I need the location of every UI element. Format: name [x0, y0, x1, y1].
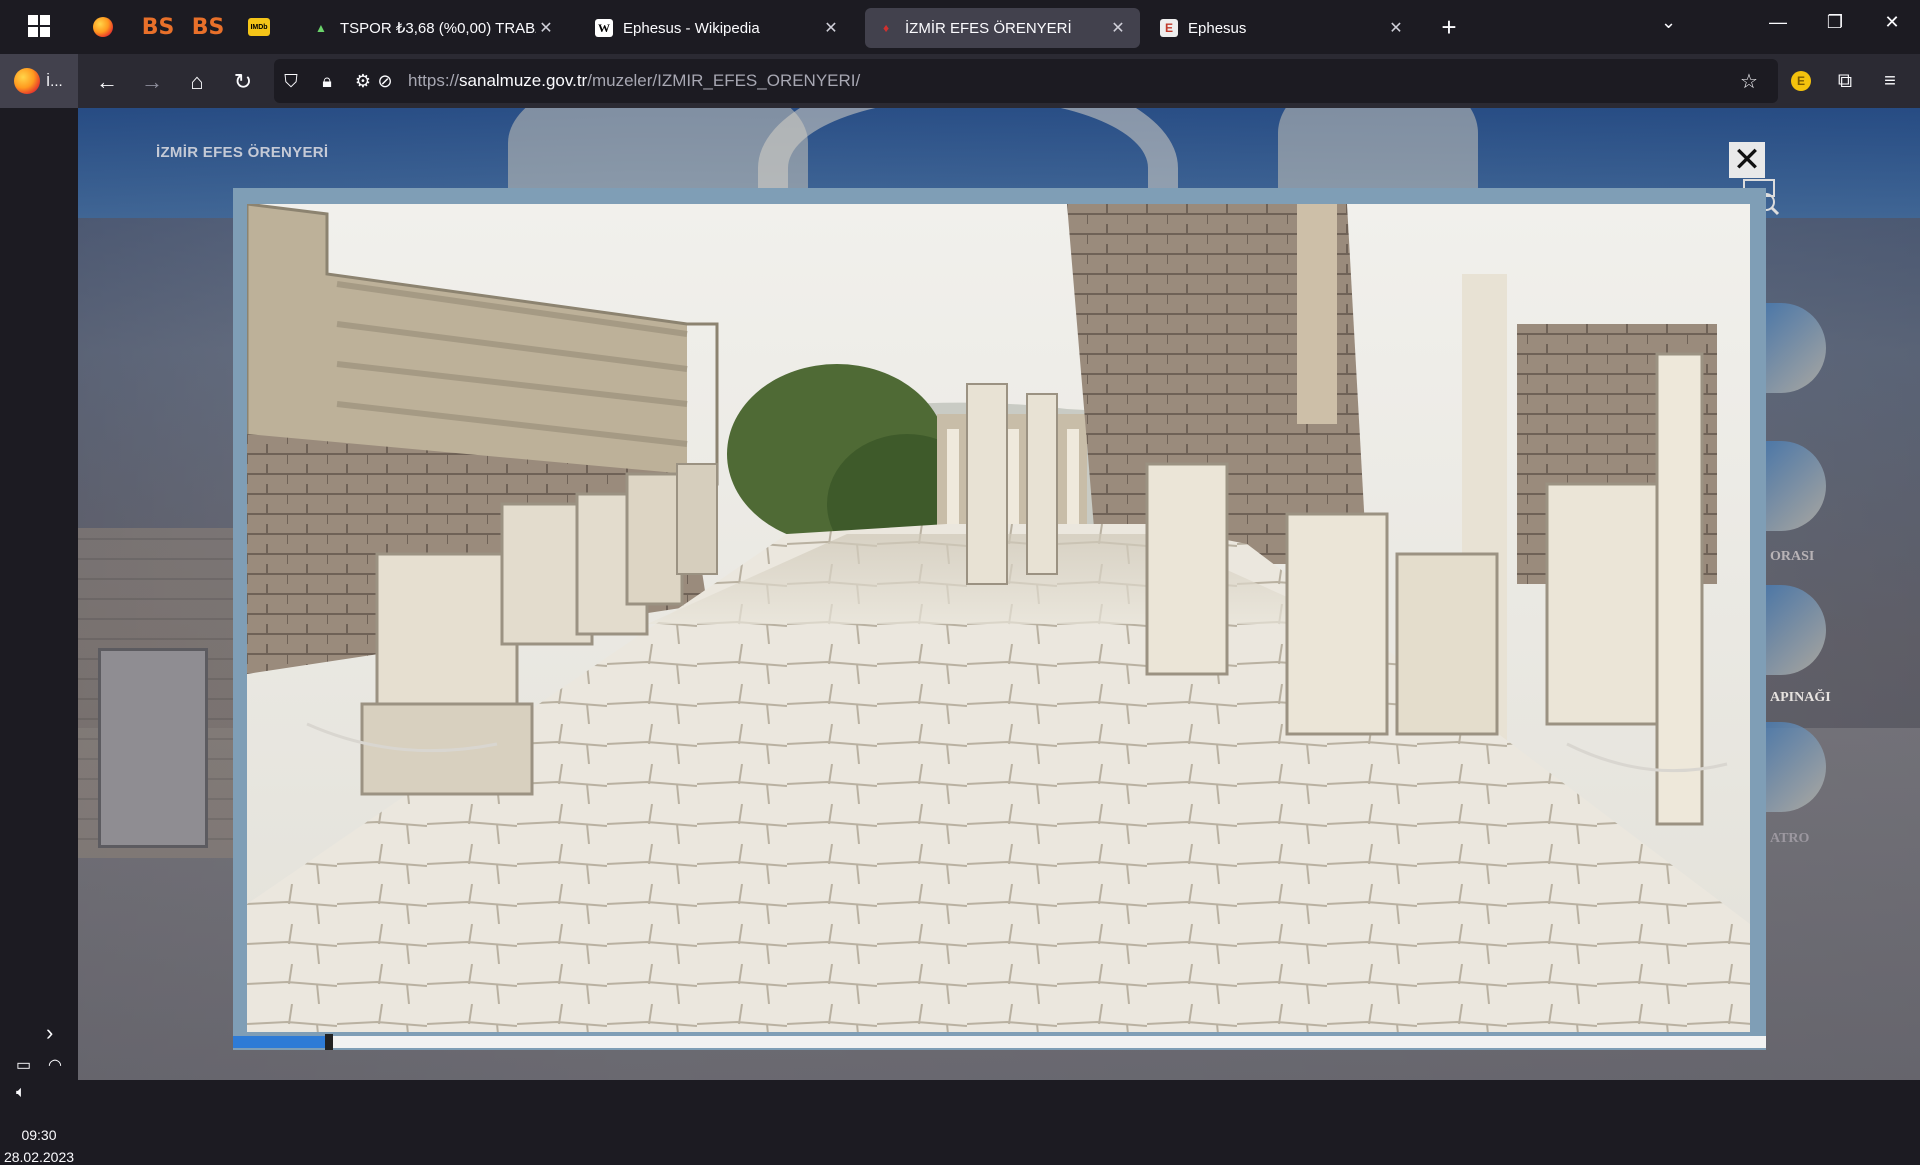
- tab-wikipedia[interactable]: W Ephesus - Wikipedia ✕: [583, 8, 853, 48]
- back-icon[interactable]: ←: [92, 67, 122, 97]
- tab-label: Ephesus: [1188, 19, 1247, 37]
- sidebar-tab-label: İ...: [46, 72, 63, 90]
- sidebar-tab-current[interactable]: İ...: [0, 54, 78, 108]
- tab-label: İZMİR EFES ÖRENYERİ: [905, 19, 1072, 37]
- restore-icon[interactable]: ❐: [1815, 12, 1855, 33]
- new-tab-icon[interactable]: +: [1436, 14, 1462, 40]
- lock-icon[interactable]: 🔒︎: [316, 70, 338, 92]
- firefox-icon: [14, 68, 40, 94]
- hamburger-menu-icon[interactable]: ≡: [1877, 68, 1903, 94]
- video-progress-fill: [233, 1036, 325, 1048]
- pinned-tab-firefox[interactable]: [88, 12, 118, 42]
- tracking-blocked-icon[interactable]: ⊘: [374, 70, 396, 92]
- wifi-icon[interactable]: ◠: [48, 1055, 62, 1075]
- background-ruin: [1278, 108, 1478, 198]
- bookmark-star-icon[interactable]: ☆: [1738, 70, 1760, 93]
- extensions-puzzle-icon[interactable]: ⧉: [1832, 68, 1858, 94]
- address-bar[interactable]: ⛉ 🔒︎ ⚙ ⊘ https://sanalmuze.gov.tr/muzele…: [274, 59, 1778, 103]
- page-content: İZMİR EFES ÖRENYERİ ORASI APINAĞI ATRO ✕: [78, 108, 1920, 1080]
- ephesus-icon: E: [1160, 19, 1178, 37]
- location-label[interactable]: APINAĞI: [1770, 690, 1831, 706]
- museum-icon: ♦: [882, 21, 890, 35]
- video-progress-bar[interactable]: [233, 1034, 1766, 1050]
- firefox-icon: [93, 17, 113, 37]
- battery-icon[interactable]: ▭: [16, 1055, 31, 1075]
- shield-icon[interactable]: ⛉: [280, 70, 302, 92]
- url-path: /muzeler/IZMIR_EFES_ORENYERI/: [587, 71, 861, 90]
- location-thumbnail[interactable]: [1766, 303, 1826, 393]
- url-text[interactable]: https://sanalmuze.gov.tr/muzeler/IZMIR_E…: [408, 71, 860, 91]
- extension-coin-icon: E: [1791, 71, 1811, 91]
- clock-time[interactable]: 09:30: [0, 1127, 78, 1143]
- clock-date[interactable]: 28.02.2023: [0, 1149, 78, 1165]
- page-title[interactable]: İZMİR EFES ÖRENYERİ: [156, 144, 328, 161]
- vertical-sidebar: › ▭ ◠ 🔈︎ 09:30 28.02.2023: [0, 108, 78, 1165]
- location-label[interactable]: ATRO: [1770, 831, 1809, 847]
- wikipedia-icon: W: [595, 19, 613, 37]
- minimize-icon[interactable]: —: [1758, 12, 1798, 33]
- extension-button[interactable]: E: [1788, 68, 1814, 94]
- close-tab-icon[interactable]: ✕: [536, 18, 556, 38]
- volume-icon[interactable]: 🔈︎: [16, 1084, 26, 1102]
- close-lightbox-button[interactable]: ✕: [1729, 142, 1765, 178]
- close-window-icon[interactable]: ✕: [1872, 12, 1912, 33]
- chart-icon: ▲: [315, 21, 327, 35]
- tab-ephesus[interactable]: E Ephesus ✕: [1148, 8, 1418, 48]
- home-icon[interactable]: ⌂: [182, 67, 212, 97]
- image-lightbox: [233, 188, 1766, 1050]
- chevron-down-icon[interactable]: ⌄: [1661, 12, 1676, 33]
- ephesus-curetes-street-photo: [247, 204, 1750, 1032]
- background-sign: [98, 648, 208, 848]
- close-tab-icon[interactable]: ✕: [1386, 18, 1406, 38]
- forward-icon[interactable]: →: [137, 67, 167, 97]
- url-host: sanalmuze.gov.tr: [459, 71, 588, 90]
- url-scheme: https://: [408, 71, 460, 90]
- close-tab-icon[interactable]: ✕: [1108, 18, 1128, 38]
- reload-icon[interactable]: ↻: [228, 67, 258, 97]
- tab-label: Ephesus - Wikipedia: [623, 19, 760, 37]
- tab-izmir-efes[interactable]: ♦ İZMİR EFES ÖRENYERİ ✕: [865, 8, 1140, 48]
- pinned-tab-bs-1[interactable]: BS: [142, 12, 175, 42]
- tab-label: TSPOR ₺3,68 (%0,00) TRABZONSPOR: [340, 20, 536, 37]
- pinned-tab-bs-2[interactable]: BS: [192, 12, 225, 42]
- location-thumbnail[interactable]: [1766, 441, 1826, 531]
- close-tab-icon[interactable]: ✕: [821, 18, 841, 38]
- location-thumbnail[interactable]: [1766, 585, 1826, 675]
- chevron-right-icon[interactable]: ›: [46, 1020, 53, 1046]
- video-progress-handle[interactable]: [324, 1034, 333, 1050]
- pinned-tab-imdb[interactable]: IMDb: [244, 12, 274, 42]
- imdb-icon: IMDb: [248, 18, 270, 36]
- location-label[interactable]: ORASI: [1770, 549, 1814, 565]
- windows-start-icon[interactable]: [28, 15, 50, 37]
- tab-strip: BS BS IMDb ▲ TSPOR ₺3,68 (%0,00) TRABZON…: [0, 0, 1920, 54]
- permissions-icon[interactable]: ⚙: [352, 70, 374, 92]
- tab-tspor[interactable]: ▲ TSPOR ₺3,68 (%0,00) TRABZONSPOR ✕: [300, 8, 568, 48]
